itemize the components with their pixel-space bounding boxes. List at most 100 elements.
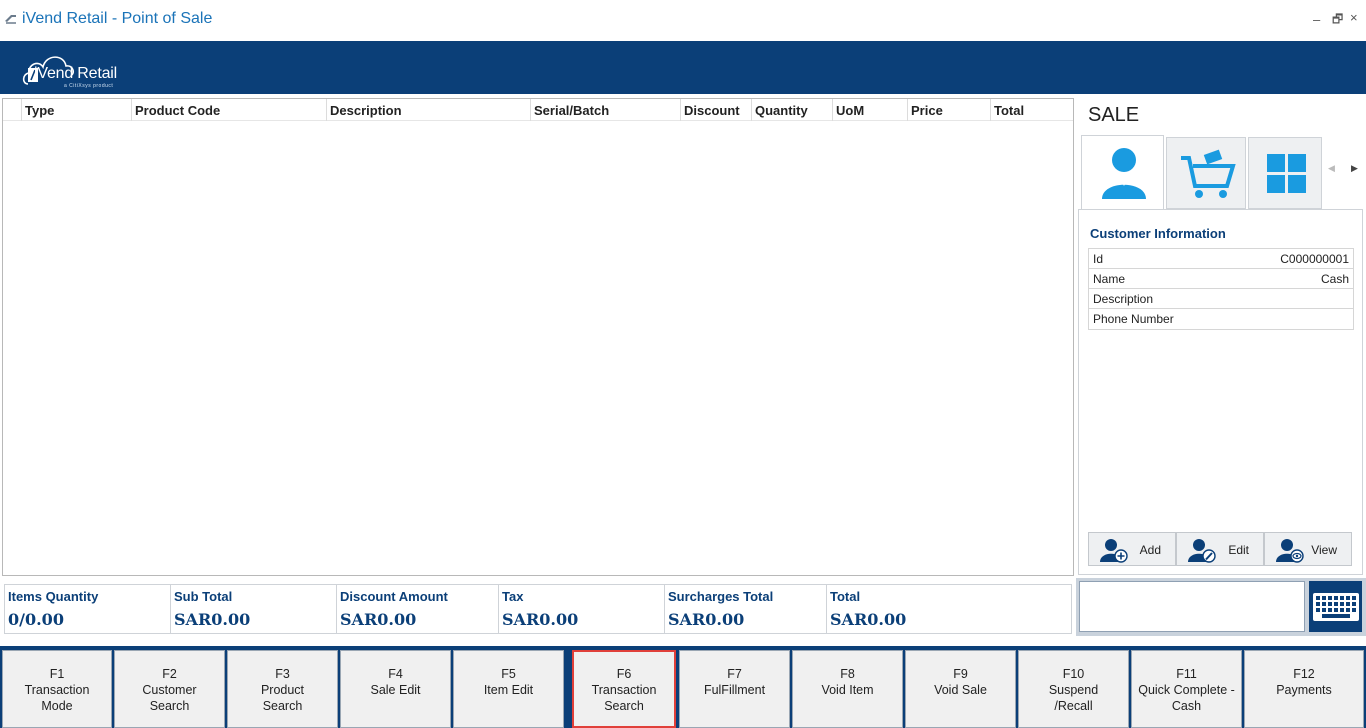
totals-bar: Items Quantity 0/0.00 Sub Total SAR0.00 … — [4, 584, 1072, 634]
column-header-type[interactable]: Type — [21, 99, 131, 121]
total-label: Total — [830, 589, 861, 604]
total-label: Surcharges Total — [668, 589, 774, 604]
fkey-number: F1 — [49, 667, 65, 681]
grid-header: Type Product Code Description Serial/Bat… — [3, 99, 1073, 121]
fkey-number: F3 — [275, 667, 290, 681]
app-icon — [5, 15, 16, 24]
fkey-label: Product Search — [260, 683, 305, 713]
total-tax: Tax SAR0.00 — [499, 585, 665, 633]
total-value: 0/0.00 — [8, 610, 64, 629]
customer-row-description: Description — [1089, 289, 1353, 309]
f11-quick-complete-cash-button[interactable]: F11 Quick Complete - Cash — [1131, 650, 1242, 728]
customer-field-label: Name — [1093, 272, 1126, 286]
minimize-button[interactable]: – — [1313, 12, 1320, 27]
column-header-selector — [3, 99, 21, 121]
fkey-label: Void Item — [821, 683, 874, 697]
fkey-label: Payments — [1276, 683, 1332, 697]
fkey-label: Item Edit — [483, 683, 534, 697]
tab-customer[interactable] — [1081, 135, 1164, 210]
customer-info-heading: Customer Information — [1090, 226, 1226, 241]
fkey-number: F10 — [1062, 667, 1085, 681]
fkey-label: Suspend /Recall — [1048, 683, 1099, 713]
total-value: SAR0.00 — [668, 610, 745, 629]
column-header-product-code[interactable]: Product Code — [131, 99, 326, 121]
fkey-number: F4 — [388, 667, 403, 681]
sale-panel-title: SALE — [1088, 104, 1140, 126]
fkey-number: F11 — [1176, 667, 1197, 681]
edit-button-label: Edit — [1228, 543, 1249, 557]
total-items-quantity: Items Quantity 0/0.00 — [5, 585, 171, 633]
restore-button[interactable]: 🗗 — [1332, 10, 1343, 31]
window-title: iVend Retail - Point of Sale — [22, 10, 213, 27]
fkey-label: FulFillment — [703, 683, 766, 697]
view-user-icon — [1276, 539, 1304, 563]
total-label: Sub Total — [174, 589, 233, 604]
total-label: Items Quantity — [8, 589, 99, 604]
column-header-serial-batch[interactable]: Serial/Batch — [530, 99, 680, 121]
fkey-label: Sale Edit — [370, 683, 421, 697]
column-header-discount[interactable]: Discount — [680, 99, 751, 121]
column-header-description[interactable]: Description — [326, 99, 530, 121]
fkey-number: F6 — [616, 667, 632, 681]
scan-input[interactable] — [1079, 581, 1305, 632]
tab-apps[interactable] — [1248, 137, 1322, 209]
sale-items-grid[interactable]: Type Product Code Description Serial/Bat… — [2, 98, 1074, 576]
total-surcharges: Surcharges Total SAR0.00 — [665, 585, 827, 633]
fkey-number: F2 — [162, 667, 177, 681]
total-label: Tax — [502, 589, 524, 604]
customer-icon — [1102, 148, 1146, 199]
fkey-number: F7 — [727, 667, 742, 681]
column-header-quantity[interactable]: Quantity — [751, 99, 832, 121]
fkey-number: F9 — [953, 667, 968, 681]
view-customer-button[interactable]: View — [1264, 532, 1352, 566]
keyboard-icon — [1313, 593, 1359, 621]
customer-row-id: Id C000000001 — [1089, 249, 1353, 269]
f10-suspend-recall-button[interactable]: F10 Suspend /Recall — [1018, 650, 1129, 728]
title-bar: iVend Retail - Point of Sale – 🗗 × — [0, 0, 1366, 40]
customer-field-value: Cash — [1320, 272, 1349, 286]
total-value: SAR0.00 — [174, 610, 251, 629]
add-button-label: Add — [1139, 543, 1161, 557]
fkey-label: Transaction Search — [591, 683, 657, 713]
column-header-price[interactable]: Price — [907, 99, 990, 121]
customer-row-phone: Phone Number — [1089, 309, 1353, 329]
total-grand: Total SAR0.00 — [827, 585, 1071, 633]
f4-sale-edit-button[interactable]: F4 Sale Edit — [340, 650, 451, 728]
f6-transaction-search-button[interactable]: F6 Transaction Search — [572, 650, 676, 728]
add-customer-button[interactable]: Add — [1088, 532, 1176, 566]
f5-item-edit-button[interactable]: F5 Item Edit — [453, 650, 564, 728]
logo-text: iVend Retail — [34, 65, 117, 82]
tab-scroll-right-icon[interactable]: ▶ — [1351, 163, 1358, 174]
keyboard-button[interactable] — [1309, 581, 1362, 632]
column-header-uom[interactable]: UoM — [832, 99, 907, 121]
total-value: SAR0.00 — [830, 610, 907, 629]
f9-void-sale-button[interactable]: F9 Void Sale — [905, 650, 1016, 728]
total-label: Discount Amount — [340, 589, 448, 604]
total-sub-total: Sub Total SAR0.00 — [171, 585, 337, 633]
tab-scroll-left-icon[interactable]: ◀ — [1328, 163, 1335, 174]
edit-customer-button[interactable]: Edit — [1176, 532, 1264, 566]
f1-transaction-mode-button[interactable]: F1 Transaction Mode — [2, 650, 112, 728]
tab-cart[interactable] — [1166, 137, 1246, 209]
f8-void-item-button[interactable]: F8 Void Item — [792, 650, 903, 728]
f2-customer-search-button[interactable]: F2 Customer Search — [114, 650, 225, 728]
total-value: SAR0.00 — [340, 610, 417, 629]
column-header-total[interactable]: Total — [990, 99, 1073, 121]
fkey-label: Customer Search — [142, 683, 197, 713]
edit-user-icon — [1188, 539, 1216, 563]
header-banner: iVend Retail a CitiXsys product — [0, 41, 1366, 94]
customer-field-value: C000000001 — [1280, 252, 1349, 266]
fkey-number: F8 — [840, 667, 855, 681]
f3-product-search-button[interactable]: F3 Product Search — [227, 650, 338, 728]
cart-icon — [1181, 149, 1236, 198]
fkey-label: Quick Complete - Cash — [1138, 683, 1235, 713]
total-discount-amount: Discount Amount SAR0.00 — [337, 585, 499, 633]
fkey-label: Void Sale — [934, 683, 987, 697]
customer-field-label: Description — [1093, 292, 1154, 306]
close-button[interactable]: × — [1350, 10, 1358, 25]
fkey-label: Transaction Mode — [24, 683, 90, 713]
f12-payments-button[interactable]: F12 Payments — [1244, 650, 1364, 728]
f7-fulfillment-button[interactable]: F7 FulFillment — [679, 650, 790, 728]
add-user-icon — [1100, 539, 1128, 563]
fkey-number: F12 — [1293, 667, 1315, 681]
